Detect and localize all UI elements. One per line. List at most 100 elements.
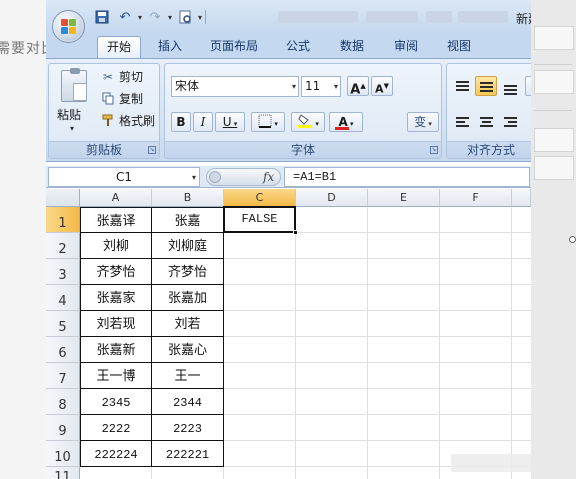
gridline — [295, 207, 296, 479]
title-blur-3 — [426, 11, 452, 23]
cut-label: 剪切 — [119, 70, 144, 84]
undo-icon: ↶ — [119, 9, 131, 25]
align-left-button[interactable] — [451, 112, 473, 132]
row-header-10[interactable]: 10 — [46, 441, 80, 467]
row-header-8[interactable]: 8 — [46, 389, 80, 415]
align-center-button[interactable] — [475, 112, 497, 132]
formula-bar-splitter[interactable]: fx — [206, 168, 281, 186]
align-right-button[interactable] — [499, 112, 521, 132]
column-header-c[interactable]: C — [224, 189, 296, 207]
column-header-f[interactable]: F — [440, 189, 512, 207]
column-header-g[interactable] — [512, 189, 531, 207]
font-color-button[interactable]: A ▾ — [329, 112, 363, 132]
tab-review[interactable]: 审阅 — [386, 36, 426, 58]
tab-formulas[interactable]: 公式 — [278, 36, 318, 58]
cell-b2[interactable]: 刘柳庭 — [152, 233, 224, 259]
row-header-4[interactable]: 4 — [46, 285, 80, 311]
cell-a5[interactable]: 刘若现 — [80, 311, 152, 337]
align-top-button[interactable] — [451, 76, 473, 96]
title-bar: ↶ ▾ ↷ ▾ ▾ 新建 — [46, 0, 531, 34]
font-size-value: 11 — [305, 79, 321, 93]
cell-b9[interactable]: 2223 — [152, 415, 224, 441]
clipboard-launcher-icon[interactable]: ↘ — [148, 146, 156, 154]
cell-b10[interactable]: 222221 — [152, 441, 224, 467]
paint-bucket-icon — [298, 114, 313, 128]
cell-b1[interactable]: 张嘉 — [152, 207, 224, 233]
row-header-1[interactable]: 1 — [46, 207, 80, 233]
font-name-select[interactable]: 宋体 ▾ — [171, 76, 299, 97]
cell-a6[interactable]: 张嘉新 — [80, 337, 152, 363]
name-box[interactable]: C1 ▾ — [48, 167, 200, 187]
resize-handle[interactable] — [569, 236, 576, 243]
gridline — [367, 207, 368, 479]
shrink-font-button[interactable]: A▼ — [371, 76, 393, 96]
italic-button[interactable]: I — [193, 112, 213, 132]
office-button[interactable] — [52, 10, 85, 43]
tab-data[interactable]: 数据 — [332, 36, 372, 58]
redo-dropdown-icon[interactable]: ▾ — [168, 13, 172, 22]
column-header-b[interactable]: B — [152, 189, 224, 207]
border-button[interactable]: ▾ — [251, 112, 285, 132]
tab-home[interactable]: 开始 — [97, 36, 141, 58]
insert-function-icon[interactable]: fx — [263, 169, 274, 186]
cell-a1[interactable]: 张嘉译 — [80, 207, 152, 233]
preview-button[interactable] — [175, 8, 195, 26]
tab-view[interactable]: 视图 — [439, 36, 479, 58]
row-header-7[interactable]: 7 — [46, 363, 80, 389]
font-launcher-icon[interactable]: ↘ — [430, 146, 438, 154]
row-header-9[interactable]: 9 — [46, 415, 80, 441]
tab-page-layout[interactable]: 页面布局 — [202, 36, 266, 58]
formula-bar: C1 ▾ fx =A1=B1 — [46, 166, 531, 188]
row-header-11[interactable]: 11 — [46, 467, 80, 479]
formula-input[interactable]: =A1=B1 — [284, 167, 530, 187]
align-middle-button[interactable] — [475, 76, 497, 96]
cell-a3[interactable]: 齐梦怡 — [80, 259, 152, 285]
redo-button[interactable]: ↷ — [145, 8, 165, 26]
grow-font-button[interactable]: A▲ — [347, 76, 369, 97]
cell-b3[interactable]: 齐梦怡 — [152, 259, 224, 285]
copy-button[interactable]: 复制 — [101, 90, 143, 107]
font-group-label: 字体 — [165, 141, 441, 158]
phonetic-button[interactable]: 变 ▾ — [407, 112, 439, 132]
fill-color-button[interactable]: ▾ — [291, 112, 325, 132]
row-header-2[interactable]: 2 — [46, 233, 80, 259]
cell-b6[interactable]: 张嘉心 — [152, 337, 224, 363]
cell-b4[interactable]: 张嘉加 — [152, 285, 224, 311]
tab-insert[interactable]: 插入 — [150, 36, 190, 58]
align-bottom-button[interactable] — [499, 76, 521, 96]
row-header-5[interactable]: 5 — [46, 311, 80, 337]
bold-button[interactable]: B — [171, 112, 191, 132]
cell-a8[interactable]: 2345 — [80, 389, 152, 415]
undo-dropdown-icon[interactable]: ▾ — [138, 13, 142, 22]
cell-a10[interactable]: 222224 — [80, 441, 152, 467]
cell-a2[interactable]: 刘柳 — [80, 233, 152, 259]
fill-handle[interactable] — [293, 230, 298, 235]
row-header-6[interactable]: 6 — [46, 337, 80, 363]
underline-button[interactable]: U ▾ — [215, 112, 245, 132]
select-all-corner[interactable] — [46, 189, 80, 207]
orientation-button[interactable]: ⤡ ▾ — [525, 76, 531, 96]
format-painter-button[interactable]: 格式刷 — [101, 112, 155, 129]
font-size-select[interactable]: 11 ▾ — [301, 76, 341, 97]
qat-customize-icon[interactable]: ▾ — [198, 13, 202, 22]
cut-button[interactable]: ✂ 剪切 — [101, 68, 143, 85]
row-header-3[interactable]: 3 — [46, 259, 80, 285]
column-header-e[interactable]: E — [368, 189, 440, 207]
worksheet-grid[interactable]: A B C D E F 1 2 3 4 5 6 7 8 9 10 11 张嘉译 刘柳 齐梦怡 张嘉家 刘若现 张嘉新 王一博 2… — [46, 189, 531, 479]
cell-a7[interactable]: 王一博 — [80, 363, 152, 389]
cell-b8[interactable]: 2344 — [152, 389, 224, 415]
undo-button[interactable]: ↶ — [115, 8, 135, 26]
decrease-indent-button[interactable] — [527, 112, 531, 132]
column-header-a[interactable]: A — [80, 189, 152, 207]
cell-b7[interactable]: 王一 — [152, 363, 224, 389]
redo-icon: ↷ — [149, 9, 161, 25]
save-button[interactable] — [92, 8, 112, 26]
cell-a9[interactable]: 2222 — [80, 415, 152, 441]
paste-label: 粘贴 — [57, 108, 82, 122]
background-panel-box — [534, 26, 574, 50]
scissors-icon: ✂ — [102, 69, 114, 84]
column-header-d[interactable]: D — [296, 189, 368, 207]
cell-c1-active[interactable]: FALSE — [223, 206, 296, 233]
cell-a4[interactable]: 张嘉家 — [80, 285, 152, 311]
cell-b5[interactable]: 刘若 — [152, 311, 224, 337]
